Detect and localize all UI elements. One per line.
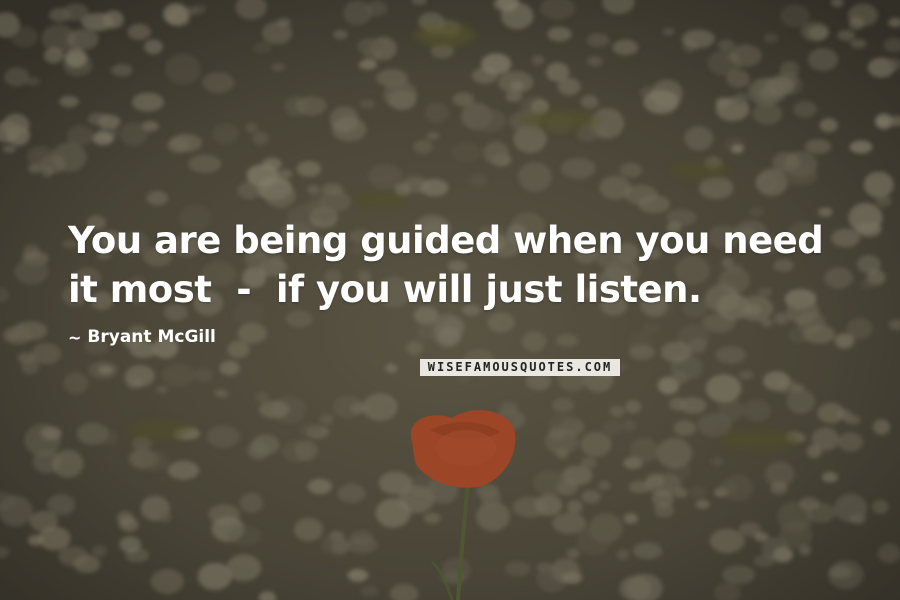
quote-line-1: You are being guided when you need <box>68 219 824 262</box>
quote-line-2: it most - if you will just listen. <box>68 268 702 311</box>
tilde-icon: ~ <box>68 327 82 347</box>
watermark: WISEFAMOUSQUOTES.COM <box>420 359 620 376</box>
quote-image: You are being guided when you need it mo… <box>0 0 900 600</box>
author-attribution: ~ Bryant McGill <box>68 327 216 347</box>
author-name: Bryant McGill <box>87 327 216 347</box>
